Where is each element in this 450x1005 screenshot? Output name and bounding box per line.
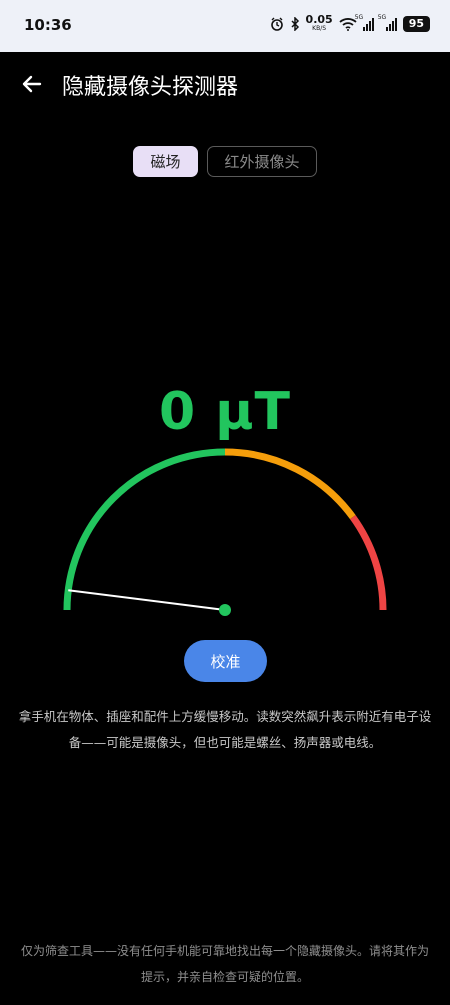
tab-magnetic-field[interactable]: 磁场 — [133, 146, 198, 177]
gauge-zone-0 — [63, 448, 226, 611]
instructions-text: 拿手机在物体、插座和配件上方缓慢移动。读数突然飙升表示附近有电子设备——可能是摄… — [18, 709, 432, 750]
gauge-hub — [219, 604, 231, 616]
mode-tabs: 磁场 红外摄像头 — [0, 146, 450, 177]
status-bar: 10:36 0.05 KB/S 5G 5G 95 — [0, 0, 450, 52]
gauge-arcs — [63, 448, 387, 611]
gauge-zone-1 — [224, 448, 356, 520]
status-icons: 0.05 KB/S 5G 5G 95 — [270, 13, 430, 33]
network-speed: 0.05 KB/S — [305, 13, 333, 32]
calibrate-button[interactable]: 校准 — [184, 640, 267, 682]
status-time: 10:36 — [24, 16, 72, 34]
field-gauge — [63, 448, 387, 616]
gauge-zone-2 — [349, 515, 387, 611]
arrow-left-icon[interactable] — [18, 70, 46, 98]
tab-infrared-camera[interactable]: 红外摄像头 — [207, 146, 317, 177]
alarm-icon — [270, 17, 283, 31]
gauge-needle — [68, 589, 226, 611]
cell-signal-icon: 5G — [355, 14, 374, 31]
app-bar: 隐藏摄像头探测器 — [0, 52, 450, 116]
cell-signal-icon: 5G — [378, 14, 397, 31]
disclaimer-text: 仅为筛查工具——没有任何手机能可靠地找出每一个隐藏摄像头。请将其作为提示，并亲自… — [20, 944, 429, 984]
bluetooth-icon — [291, 17, 299, 31]
battery-indicator: 95 — [402, 16, 430, 32]
page-title: 隐藏摄像头探测器 — [62, 75, 239, 100]
